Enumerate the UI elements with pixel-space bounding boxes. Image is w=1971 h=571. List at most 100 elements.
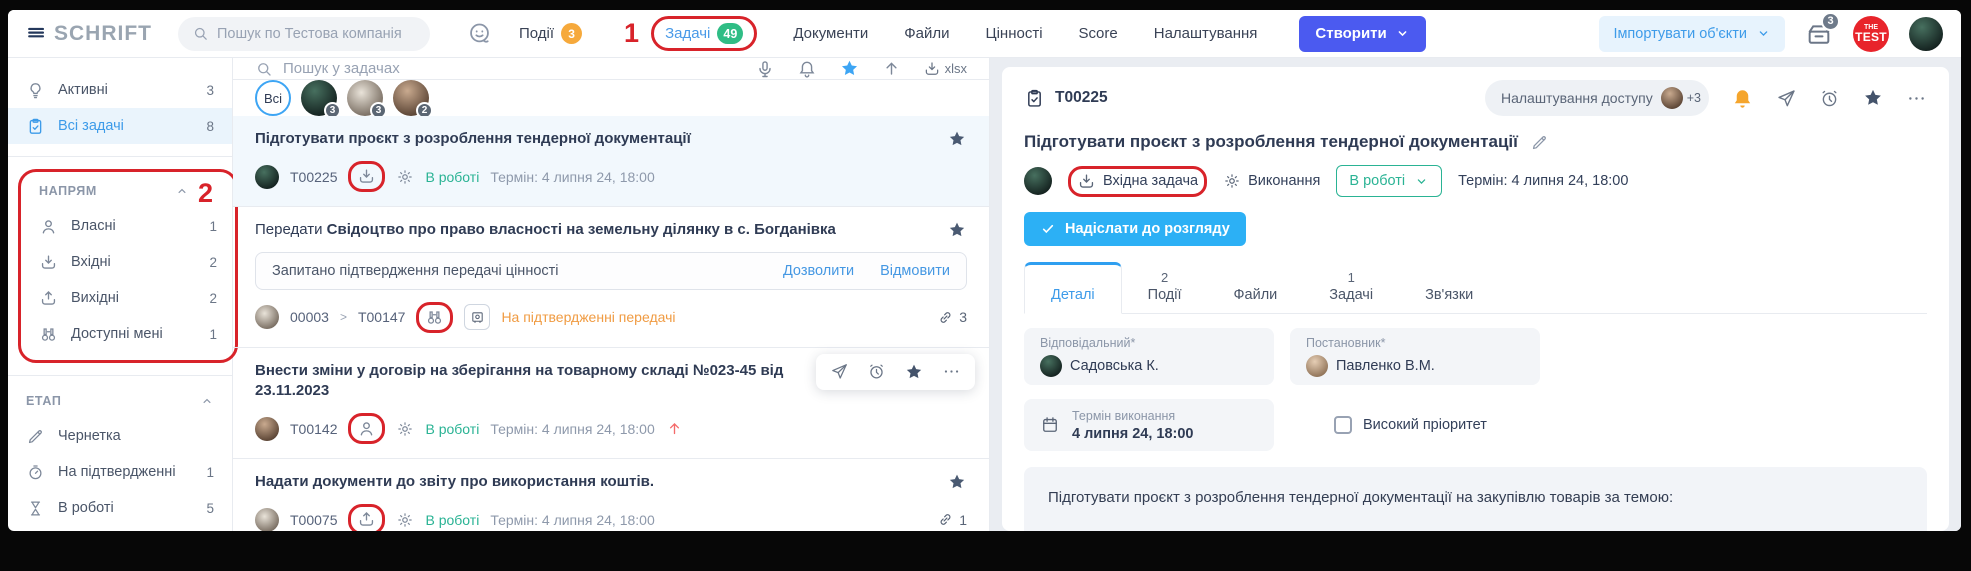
incoming-icon[interactable] [357,167,376,186]
responsible-field[interactable]: Відповідальний* Садовська К. [1024,328,1274,385]
tab-files[interactable]: Файли [1208,266,1304,313]
assignee-avatar[interactable] [255,305,279,329]
tab-tasks[interactable]: 1 Задачі [1303,266,1399,313]
company-logo-badge[interactable]: THE TEST [1853,16,1889,52]
task-row[interactable]: Внести зміни у договір на зберігання на … [233,348,989,460]
submit-for-review-button[interactable]: Надіслати до розгляду [1024,212,1246,246]
sidebar-item-done[interactable]: Виконана 2 [8,526,232,531]
deny-link[interactable]: Відмовити [880,263,950,279]
assignee-avatar-chip[interactable]: 3 [347,80,383,116]
allow-link[interactable]: Дозволити [783,263,854,279]
link-count[interactable]: 3 [937,309,967,326]
assignee-avatar[interactable] [255,508,279,531]
sidebar-item-draft[interactable]: Чернетка [8,418,232,454]
gear-icon[interactable] [396,420,414,438]
task-title[interactable]: Передати Свідоцтво про право власності н… [255,220,836,240]
favorite-star-icon[interactable] [1862,87,1884,109]
nav-item-files[interactable]: Файли [904,25,949,42]
task-row[interactable]: Підготувати проєкт з розроблення тендерн… [233,116,989,207]
author-field[interactable]: Постановник* Павленко В.М. [1290,328,1540,385]
global-search[interactable] [178,17,430,51]
alarm-clock-icon[interactable] [1819,88,1840,109]
parent-task-id[interactable]: 00003 [290,309,329,325]
assignee-avatar[interactable] [255,165,279,189]
favorite-star-icon[interactable] [947,220,967,240]
gear-icon[interactable] [396,168,414,186]
tab-events[interactable]: 2 Події [1122,266,1208,313]
sidebar-item-available-to-me[interactable]: Доступні мені 1 [21,316,235,352]
due-date-field[interactable]: Термін виконання 4 липня 24, 18:00 [1024,399,1274,451]
favorite-star-icon[interactable] [904,362,924,382]
bell-icon[interactable] [797,59,817,79]
app-logo[interactable]: SCHRIFT [26,22,152,46]
chevron-up-icon[interactable] [200,394,214,408]
global-search-input[interactable] [217,26,416,42]
more-options-icon[interactable] [942,362,961,381]
import-tray-button[interactable]: 3 [1805,20,1833,48]
create-button[interactable]: Створити [1299,16,1425,52]
tab-details[interactable]: Деталі [1024,262,1122,314]
alarm-clock-icon[interactable] [867,362,886,381]
access-settings-button[interactable]: Налаштування доступу +3 [1485,80,1709,116]
nav-item-tasks[interactable]: Задачі 49 [665,23,743,44]
sidebar-item-active[interactable]: Активні 3 [8,72,232,108]
task-id[interactable]: T00142 [290,421,337,437]
task-id[interactable]: T00075 [290,512,337,528]
pencil-icon [26,427,45,446]
nav-item-documents[interactable]: Документи [793,25,868,42]
sidebar-item-incoming[interactable]: Вхідні 2 [21,244,235,280]
menu-icon[interactable] [26,23,48,45]
outgoing-icon[interactable] [357,510,376,529]
task-search-input[interactable] [283,60,745,77]
mic-icon[interactable] [755,59,775,79]
nav-item-events[interactable]: Події 3 [519,23,582,44]
link-count[interactable]: 1 [937,511,967,528]
send-icon[interactable] [830,362,849,381]
notifications-bell-icon[interactable] [1731,87,1754,110]
assignee-avatar-chip[interactable]: 2 [393,80,429,116]
task-row[interactable]: Передати Свідоцтво про право власності н… [233,207,989,347]
task-id[interactable]: T00225 [290,169,337,185]
assignee-avatar[interactable] [255,417,279,441]
binoculars-icon[interactable] [425,308,444,327]
favorite-star-icon[interactable] [947,129,967,149]
send-icon[interactable] [1776,88,1797,109]
support-smiley-icon[interactable] [466,20,493,47]
checkbox-box[interactable] [1334,416,1352,434]
sidebar-item-outgoing[interactable]: Вихідні 2 [21,280,235,316]
user-avatar[interactable] [1909,17,1943,51]
filter-all-chip[interactable]: Всі [255,80,291,116]
export-xlsx-button[interactable]: xlsx [923,60,967,78]
task-row[interactable]: Надати документи до звіту про використан… [233,459,989,531]
detail-title: Підготувати проєкт з розроблення тендерн… [1024,132,1518,152]
value-safe-icon[interactable] [464,304,490,330]
assignee-avatar-chip[interactable]: 3 [301,80,337,116]
sidebar-item-all-tasks[interactable]: Всі задачі 8 [8,108,232,144]
task-title[interactable]: Внести зміни у договір на зберігання на … [255,361,855,402]
star-filter-icon[interactable] [839,58,860,79]
more-options-icon[interactable] [1906,88,1927,109]
tab-relations[interactable]: Зв'язки [1399,266,1499,313]
task-detail-card: T00225 Налаштування доступу +3 [1002,67,1949,531]
nav-item-settings[interactable]: Налаштування [1154,25,1258,42]
gear-icon[interactable] [396,511,414,529]
download-icon [923,60,941,78]
nav-item-score[interactable]: Score [1079,25,1118,42]
high-priority-checkbox[interactable]: Високий пріоритет [1334,416,1487,434]
nav-item-values[interactable]: Цінності [986,25,1043,42]
person-icon[interactable] [357,419,376,438]
assignee-avatar[interactable] [1024,167,1052,195]
task-id[interactable]: T00147 [358,309,405,325]
status-dropdown[interactable]: В роботі [1336,165,1442,197]
favorite-star-icon[interactable] [947,472,967,492]
task-title[interactable]: Підготувати проєкт з розроблення тендерн… [255,129,691,149]
import-objects-button[interactable]: Імпортувати об'єкти [1599,16,1785,52]
edit-pencil-icon[interactable] [1530,133,1549,152]
sidebar-item-in-progress[interactable]: В роботі 5 [8,490,232,526]
sidebar-item-own[interactable]: Власні 1 [21,208,235,244]
sidebar-item-on-approval[interactable]: На підтвердженні 1 [8,454,232,490]
sort-arrow-up-icon[interactable] [882,59,901,78]
access-avatar [1661,87,1683,109]
task-title[interactable]: Надати документи до звіту про використан… [255,472,654,492]
chevron-up-icon[interactable] [175,184,189,198]
